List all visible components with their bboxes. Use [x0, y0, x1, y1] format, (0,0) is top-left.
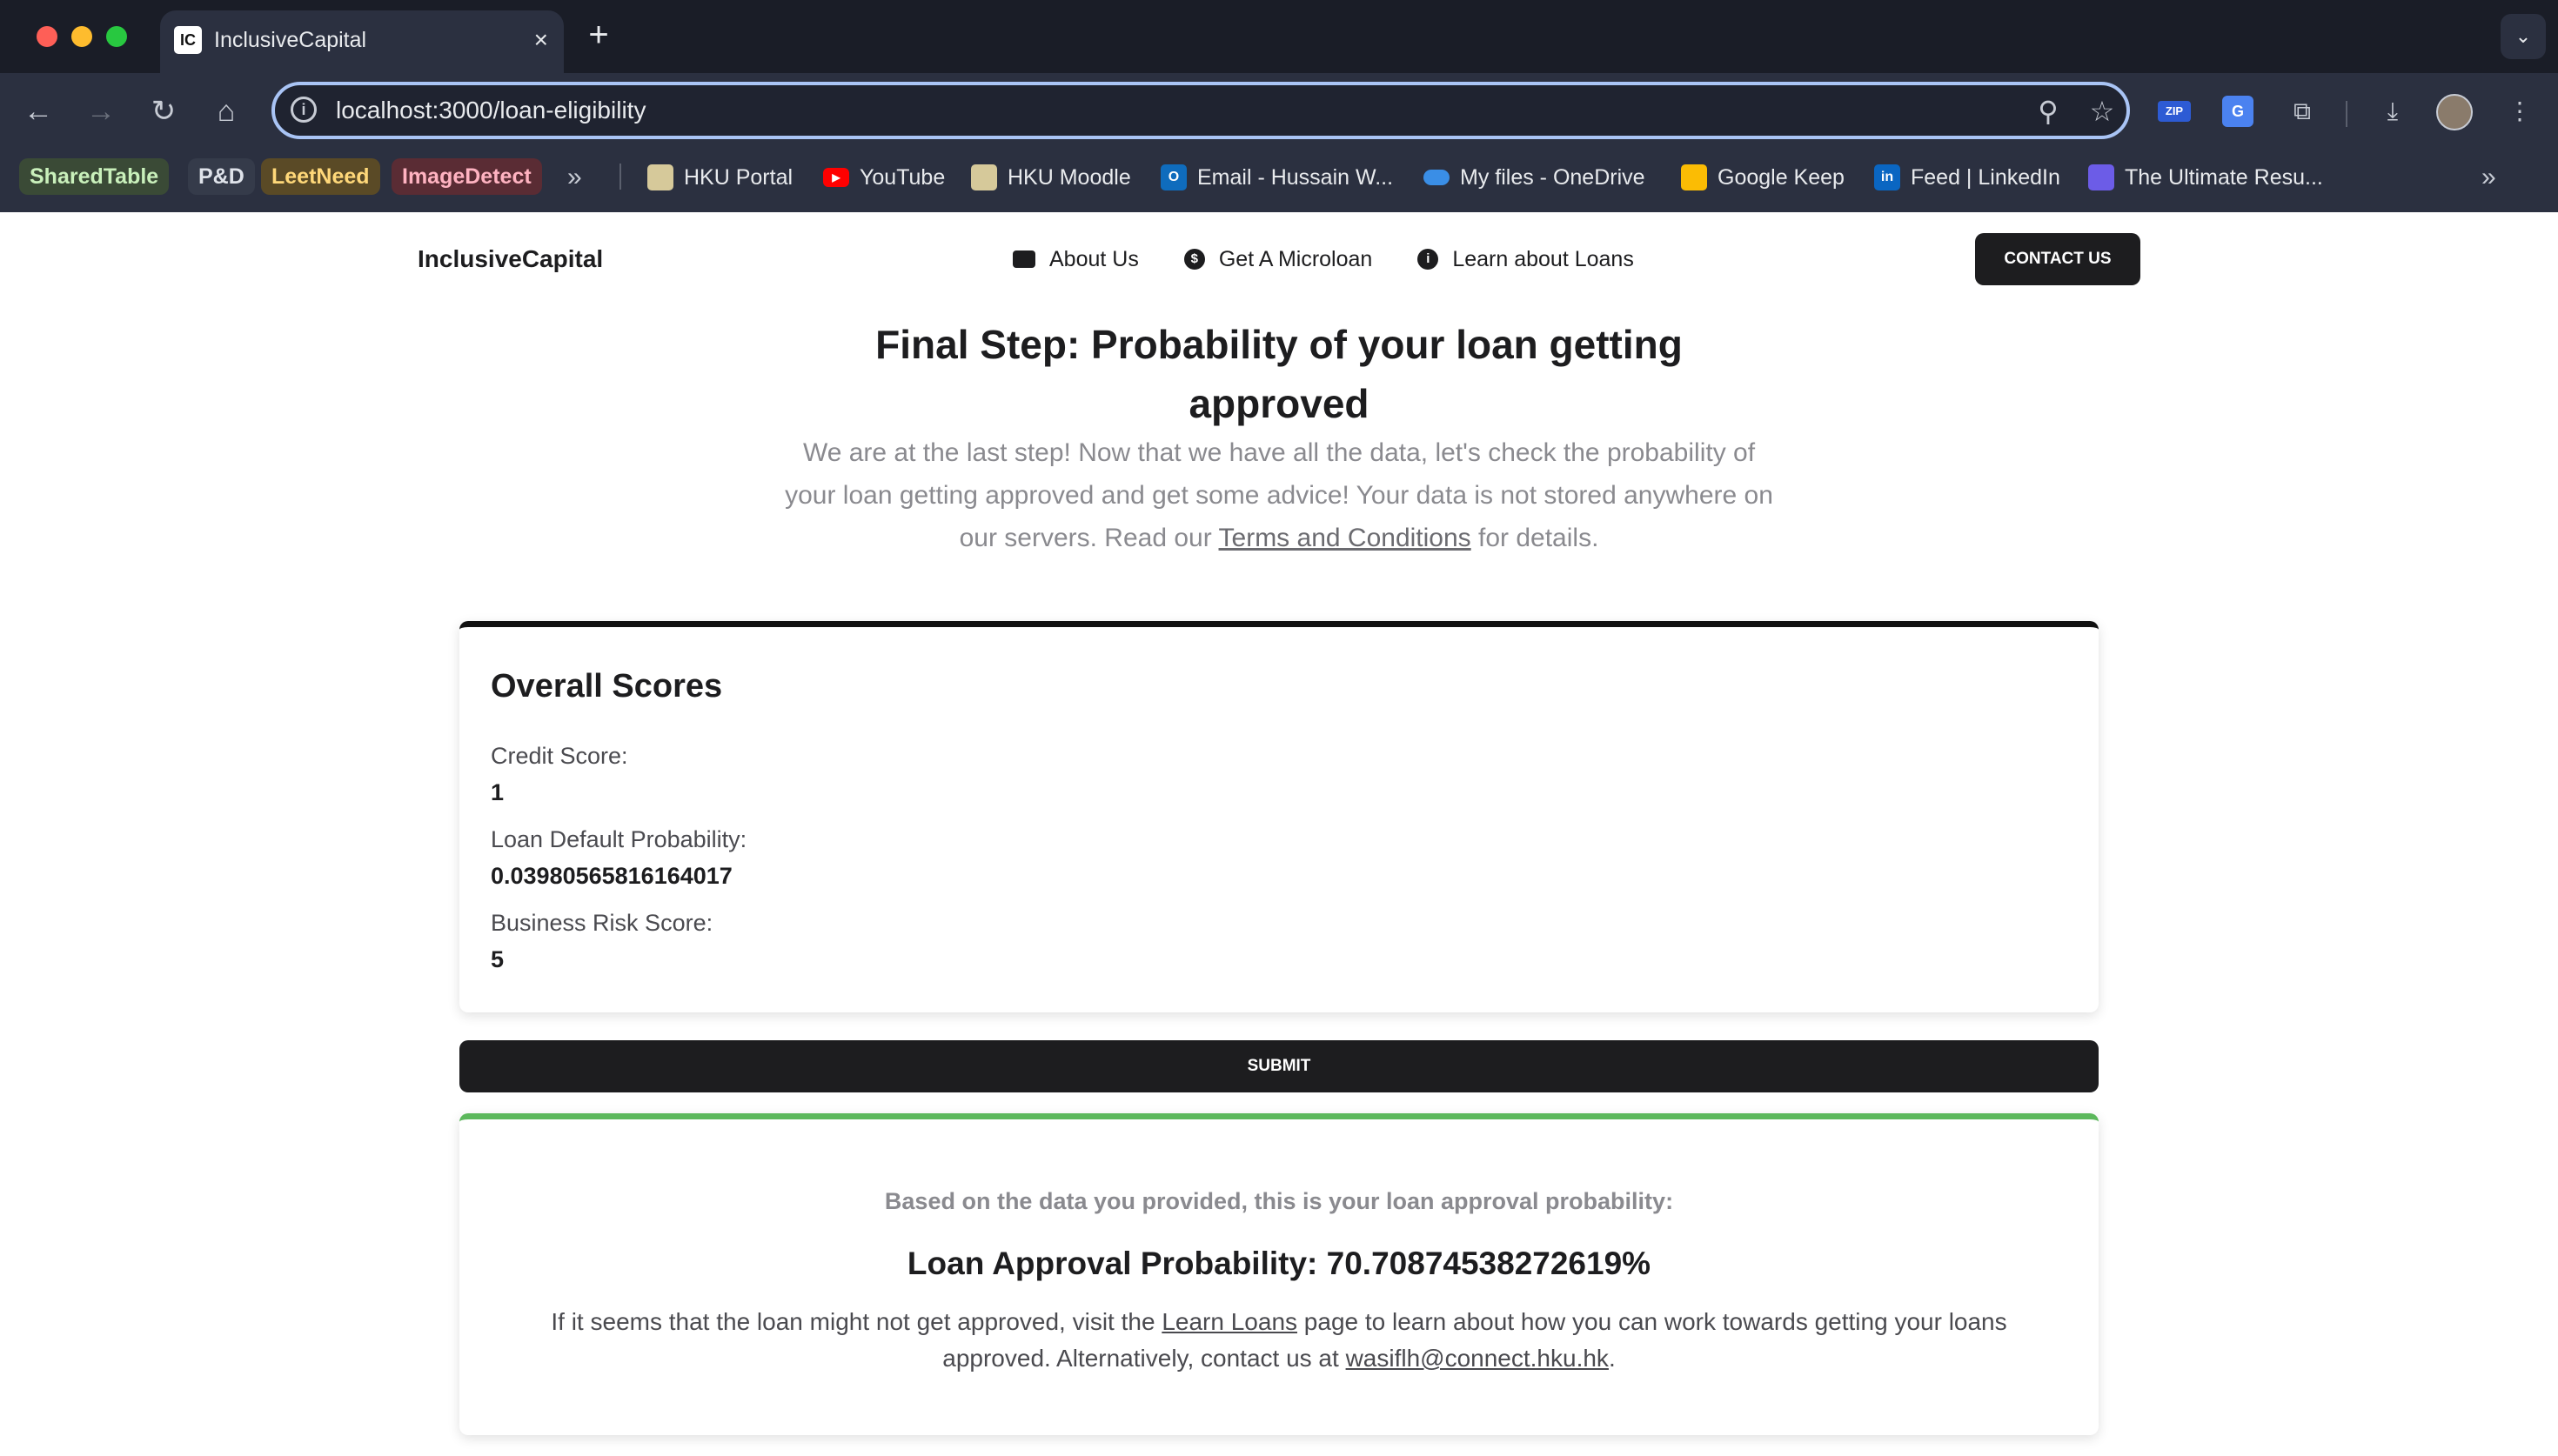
bookmark-chip-pd[interactable]: P&D [188, 158, 255, 195]
zip-extension-icon[interactable]: ZIP [2158, 101, 2191, 122]
bookmark-email[interactable]: O Email - Hussain W... [1161, 160, 1393, 195]
profile-avatar[interactable] [2436, 94, 2473, 130]
nav-label: Get A Microloan [1218, 247, 1373, 271]
overall-scores-title: Overall Scores [491, 668, 723, 705]
onedrive-icon [1423, 170, 1450, 185]
tab-close-icon[interactable]: × [534, 24, 548, 56]
page-title: Final Step: Probability of your loan get… [875, 322, 1683, 426]
site-navigation: About Us $ Get A Microloan i Learn about… [1013, 244, 1634, 275]
bookmark-chip-imagedetect[interactable]: ImageDetect [392, 158, 542, 195]
download-icon[interactable]: ⤓ [2372, 90, 2414, 132]
bookmark-label: HKU Portal [684, 165, 794, 190]
nav-about-us[interactable]: About Us [1013, 244, 1139, 275]
bookmark-label: HKU Moodle [1008, 165, 1131, 190]
bookmark-ultimate-resume[interactable]: The Ultimate Resu... [2088, 160, 2323, 195]
bookmark-star-icon[interactable]: ☆ [2085, 94, 2119, 129]
bookmarks-bar: SharedTable P&D LeetNeed ImageDetect » H… [0, 150, 2558, 212]
credit-score-value: 1 [491, 779, 505, 805]
info-icon: i [1417, 249, 1439, 270]
nav-get-microloan[interactable]: $ Get A Microloan [1183, 244, 1373, 275]
browser-chrome: IC InclusiveCapital × + ⌄ ← → ↻ ⌂ i loca… [0, 0, 2558, 212]
bookmark-linkedin[interactable]: in Feed | LinkedIn [1874, 160, 2060, 195]
tab-title: InclusiveCapital [214, 28, 367, 52]
site-logo[interactable]: InclusiveCapital [418, 244, 603, 275]
advice-text-end: . [1608, 1345, 1616, 1372]
new-tab-icon[interactable]: + [581, 17, 616, 52]
browser-toolbar: ← → ↻ ⌂ i localhost:3000/loan-eligibilit… [0, 73, 2558, 150]
browser-menu-icon[interactable]: ⋮ [2499, 90, 2541, 132]
description-text-end: for details. [1470, 524, 1599, 552]
bookmark-label: My files - OneDrive [1460, 165, 1645, 190]
linkedin-icon: in [1874, 164, 1900, 190]
bookmark-label: Email - Hussain W... [1197, 165, 1394, 190]
back-arrow-icon[interactable]: ← [17, 90, 59, 132]
default-probability-label: Loan Default Probability: [491, 826, 747, 852]
default-probability-value: 0.03980565816164017 [491, 863, 733, 889]
bookmarks-divider [619, 164, 621, 190]
business-risk-value: 5 [491, 946, 505, 972]
web-page: InclusiveCapital About Us $ Get A Microl… [0, 212, 2558, 1456]
briefcase-icon [1013, 250, 1035, 268]
bookmark-hku-moodle[interactable]: HKU Moodle [971, 160, 1131, 195]
bookmark-hku-portal[interactable]: HKU Portal [647, 160, 793, 195]
advice-text: If it seems that the loan might not get … [551, 1308, 1162, 1335]
bookmark-label: Google Keep [1718, 165, 1845, 190]
close-window-button[interactable] [37, 26, 57, 47]
youtube-icon: ▶ [823, 168, 849, 187]
google-keep-icon [1681, 164, 1707, 190]
bookmark-onedrive[interactable]: My files - OneDrive [1423, 160, 1645, 195]
chevron-double-right-icon[interactable]: » [567, 160, 582, 195]
loan-approval-probability: Loan Approval Probability: 70.7087453827… [907, 1246, 1651, 1281]
contact-email-link[interactable]: wasiflh@connect.hku.hk [1346, 1345, 1609, 1372]
loan-result-card: Based on the data you provided, this is … [459, 1113, 2099, 1435]
result-advice-text: If it seems that the loan might not get … [546, 1304, 2012, 1377]
tab-search-icon[interactable]: ⌄ [2501, 14, 2546, 59]
tab-strip: IC InclusiveCapital × + ⌄ [0, 0, 2558, 73]
resume-icon [2088, 164, 2114, 190]
submit-button[interactable]: SUBMIT [459, 1040, 2099, 1092]
nav-label: About Us [1049, 247, 1139, 271]
result-intro-text: Based on the data you provided, this is … [884, 1188, 1674, 1214]
bookmark-chip-leetneed[interactable]: LeetNeed [261, 158, 380, 195]
learn-loans-link[interactable]: Learn Loans [1162, 1308, 1297, 1335]
business-risk-label: Business Risk Score: [491, 910, 713, 936]
url-text[interactable]: localhost:3000/loan-eligibility [336, 96, 646, 125]
bookmark-google-keep[interactable]: Google Keep [1681, 160, 1845, 195]
terms-and-conditions-link[interactable]: Terms and Conditions [1219, 524, 1471, 552]
nav-learn-about-loans[interactable]: i Learn about Loans [1417, 244, 1634, 275]
extensions-puzzle-icon[interactable]: ⧉ [2281, 90, 2323, 132]
address-bar[interactable]: i localhost:3000/loan-eligibility ⚲ ☆ [271, 82, 2130, 139]
toolbar-divider [2346, 101, 2347, 127]
reload-icon[interactable]: ↻ [143, 90, 184, 132]
bookmark-label: Feed | LinkedIn [1911, 165, 2060, 190]
page-description: We are at the last step! Now that we hav… [774, 431, 1784, 559]
browser-tab-active[interactable]: IC InclusiveCapital × [160, 10, 564, 73]
overall-scores-card: Overall Scores Credit Score: 1 Loan Defa… [459, 621, 2099, 1012]
outlook-icon: O [1161, 164, 1187, 190]
nav-label: Learn about Loans [1452, 247, 1634, 271]
credit-score-label: Credit Score: [491, 743, 628, 769]
maximize-window-button[interactable] [106, 26, 127, 47]
forward-arrow-icon[interactable]: → [80, 90, 122, 132]
bookmark-label: The Ultimate Resu... [2125, 165, 2323, 190]
bookmarks-overflow-chevron-icon[interactable]: » [2481, 160, 2496, 195]
site-favicon-icon: IC [174, 26, 202, 54]
site-info-icon[interactable]: i [291, 97, 317, 123]
translate-extension-icon[interactable]: G [2222, 96, 2253, 127]
zoom-icon[interactable]: ⚲ [2031, 94, 2066, 129]
hku-moodle-icon [971, 164, 997, 190]
bookmark-chip-sharedtable[interactable]: SharedTable [19, 158, 170, 195]
contact-us-button[interactable]: CONTACT US [1975, 233, 2140, 285]
bookmark-label: YouTube [860, 165, 946, 190]
dollar-icon: $ [1183, 249, 1205, 270]
bookmark-youtube[interactable]: ▶ YouTube [823, 160, 945, 195]
hku-portal-icon [647, 164, 673, 190]
home-icon[interactable]: ⌂ [205, 90, 247, 132]
minimize-window-button[interactable] [71, 26, 92, 47]
